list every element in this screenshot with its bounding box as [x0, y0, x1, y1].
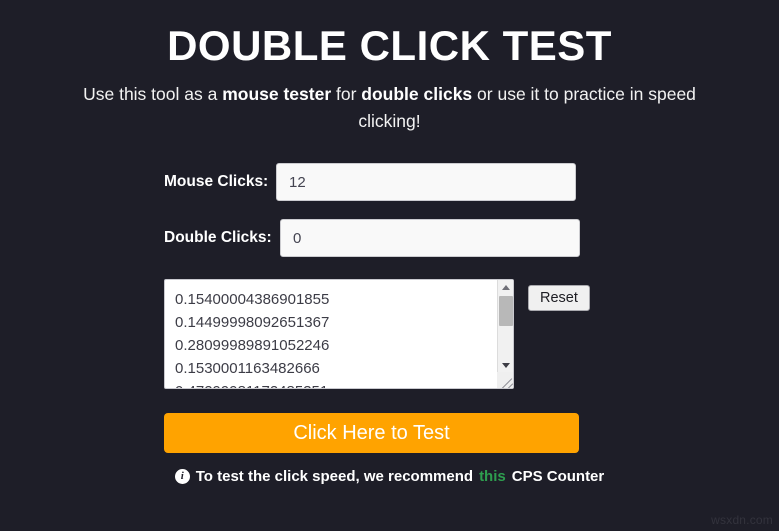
- footer-recommendation: i To test the click speed, we recommend …: [0, 468, 779, 485]
- scroll-up-arrow-icon[interactable]: [498, 280, 514, 295]
- log-textarea-wrapper: 0.15400004386901855 0.14499998092651367 …: [164, 279, 514, 390]
- mouse-clicks-row: Mouse Clicks:: [0, 163, 779, 202]
- textarea-resize-handle-icon[interactable]: [497, 372, 513, 389]
- subtitle-part-1: Use this tool as a: [83, 84, 223, 105]
- mouse-clicks-label: Mouse Clicks:: [164, 173, 269, 191]
- log-row: 0.15400004386901855 0.14499998092651367 …: [0, 279, 779, 390]
- form-area: Mouse Clicks: Double Clicks: 0.154000043…: [0, 163, 779, 454]
- scrollbar-thumb[interactable]: [499, 296, 513, 327]
- site-watermark: wsxdn.com: [711, 513, 773, 527]
- footer-text-after: CPS Counter: [511, 468, 605, 486]
- cps-counter-link[interactable]: this: [479, 468, 506, 485]
- click-times-textarea[interactable]: 0.15400004386901855 0.14499998092651367 …: [164, 279, 514, 390]
- cta-wrapper: Click Here to Test: [0, 413, 779, 454]
- subtitle-bold-double-clicks: double clicks: [361, 84, 473, 105]
- double-clicks-row: Double Clicks:: [0, 219, 779, 258]
- double-click-test-page: DOUBLE CLICK TEST Use this tool as a mou…: [0, 0, 779, 531]
- mouse-clicks-input[interactable]: [276, 163, 576, 202]
- subtitle-bold-mouse-tester: mouse tester: [222, 84, 332, 105]
- reset-button[interactable]: Reset: [528, 285, 590, 312]
- subtitle-part-2: for: [331, 84, 362, 105]
- page-subtitle: Use this tool as a mouse tester for doub…: [60, 81, 720, 135]
- double-clicks-label: Double Clicks:: [164, 229, 272, 247]
- footer-text-before: To test the click speed, we recommend: [195, 468, 474, 486]
- scroll-down-arrow-icon[interactable]: [498, 358, 514, 373]
- click-here-to-test-button[interactable]: Click Here to Test: [164, 413, 579, 454]
- double-clicks-input[interactable]: [280, 219, 580, 258]
- info-icon: i: [174, 469, 190, 485]
- page-title: DOUBLE CLICK TEST: [167, 22, 612, 69]
